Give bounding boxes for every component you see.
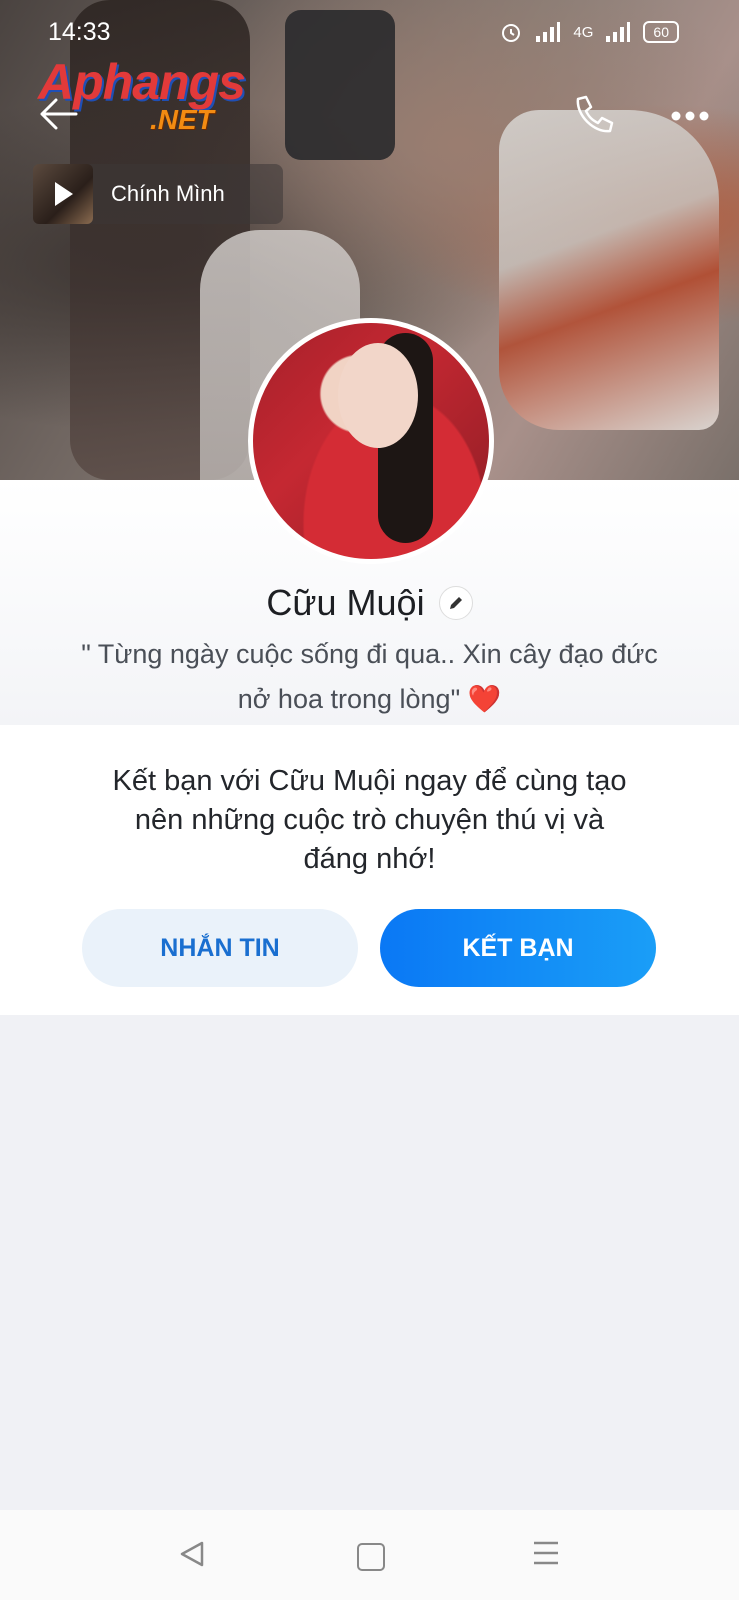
cover-decor (499, 110, 719, 430)
avatar-decor (338, 343, 418, 448)
prompt-line: Kết bạn với Cữu Muội ngay để cùng tạo (112, 765, 627, 797)
nav-home-icon[interactable] (357, 1543, 385, 1571)
avatar[interactable] (248, 318, 494, 564)
music-cover (33, 164, 93, 224)
profile-name: Cữu Muội (266, 582, 425, 623)
play-icon (55, 182, 73, 206)
status-time: 14:33 (48, 18, 111, 46)
bio-text: nở hoa trong lòng" (237, 684, 461, 714)
signal-icon (536, 22, 561, 42)
bio-line: " Từng ngày cuộc sống đi qua.. Xin cây đ… (81, 639, 658, 669)
status-icons: 4G 60 (499, 20, 679, 44)
heart-emoji: ❤️ (467, 684, 502, 714)
nav-back-icon[interactable] (178, 1540, 206, 1568)
phone-icon[interactable] (570, 93, 614, 137)
watermark-suffix: .NET (150, 104, 214, 135)
pencil-icon[interactable] (438, 586, 473, 620)
add-friend-button[interactable]: KẾT BẠN (380, 909, 656, 987)
more-dots-icon[interactable] (670, 110, 710, 122)
name-row: Cữu Muội (0, 582, 739, 624)
network-type: 4G (573, 23, 594, 41)
music-title: Chính Mình (111, 181, 225, 206)
alarm-icon (502, 24, 521, 42)
friend-prompt: Kết bạn với Cữu Muội ngay để cùng tạo nê… (70, 762, 669, 879)
prompt-line: nên những cuộc trò chuyện thú vị và (134, 804, 605, 836)
nav-menu-icon[interactable] (532, 1540, 560, 1566)
profile-music-chip[interactable]: Chính Mình (33, 164, 283, 224)
arrow-left-icon[interactable] (38, 96, 78, 132)
bio-line: nở hoa trong lòng" ❤️ (40, 677, 699, 722)
prompt-line: đáng nhớ! (303, 843, 436, 875)
message-button[interactable]: NHẮN TIN (82, 909, 358, 987)
profile-bio: " Từng ngày cuộc sống đi qua.. Xin cây đ… (40, 632, 699, 722)
battery-indicator: 60 (643, 21, 679, 43)
signal-icon (606, 22, 631, 42)
